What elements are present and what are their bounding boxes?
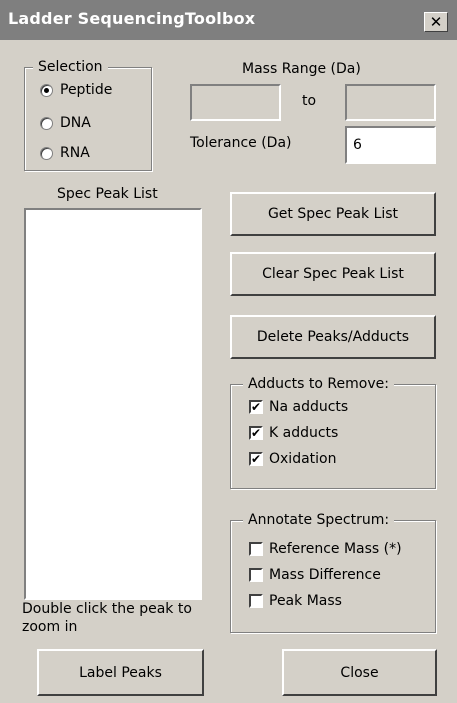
tolerance-input[interactable] bbox=[347, 128, 434, 162]
checkbox-na-adducts[interactable]: ✔ Na adducts bbox=[249, 399, 348, 415]
peak-list-hint: Double click the peak to zoom in bbox=[22, 601, 192, 635]
dialog-window: Ladder SequencingToolbox ✕ Selection Pep… bbox=[0, 0, 457, 703]
checkbox-checked-icon: ✔ bbox=[249, 452, 263, 466]
checkbox-reference-mass[interactable]: Reference Mass (*) bbox=[249, 541, 402, 557]
checkbox-unchecked-icon bbox=[249, 568, 263, 582]
radio-dna[interactable]: DNA bbox=[40, 115, 91, 131]
checkbox-checked-icon: ✔ bbox=[249, 400, 263, 414]
mass-range-from-input[interactable] bbox=[192, 86, 279, 119]
clear-spec-peak-list-button[interactable]: Clear Spec Peak List bbox=[230, 252, 436, 296]
checkbox-label: Peak Mass bbox=[269, 593, 342, 609]
get-spec-peak-list-button[interactable]: Get Spec Peak List bbox=[230, 192, 436, 236]
mass-range-to-field[interactable] bbox=[345, 84, 436, 121]
title-bar[interactable]: Ladder SequencingToolbox ✕ bbox=[0, 0, 457, 40]
delete-peaks-adducts-button[interactable]: Delete Peaks/Adducts bbox=[230, 315, 436, 359]
mass-range-label: Mass Range (Da) bbox=[242, 61, 361, 77]
selection-group: Selection Peptide DNA RNA bbox=[24, 58, 152, 171]
adducts-legend: Adducts to Remove: bbox=[243, 375, 394, 393]
checkbox-label: Na adducts bbox=[269, 399, 349, 415]
radio-selected-dot bbox=[44, 87, 49, 93]
radio-button-icon bbox=[40, 146, 53, 160]
radio-label: Peptide bbox=[60, 82, 113, 98]
checkbox-label: Reference Mass (*) bbox=[269, 541, 402, 557]
checkbox-oxidation[interactable]: ✔ Oxidation bbox=[249, 451, 336, 467]
spec-peak-listbox[interactable] bbox=[24, 208, 202, 600]
checkbox-k-adducts[interactable]: ✔ K adducts bbox=[249, 425, 338, 441]
checkbox-label: Oxidation bbox=[269, 451, 337, 467]
adducts-group: Adducts to Remove: ✔ Na adducts ✔ K addu… bbox=[230, 375, 436, 489]
radio-label: DNA bbox=[60, 115, 91, 131]
close-button[interactable]: Close bbox=[282, 649, 437, 696]
radio-button-icon bbox=[40, 116, 53, 130]
radio-label: RNA bbox=[60, 145, 90, 161]
radio-button-icon bbox=[40, 83, 53, 97]
label-peaks-button[interactable]: Label Peaks bbox=[37, 649, 204, 696]
checkbox-unchecked-icon bbox=[249, 542, 263, 556]
annotate-spectrum-group: Annotate Spectrum: Reference Mass (*) Ma… bbox=[230, 511, 436, 633]
selection-legend: Selection bbox=[33, 58, 108, 76]
mass-range-from-field[interactable] bbox=[190, 84, 281, 121]
checkbox-mass-difference[interactable]: Mass Difference bbox=[249, 567, 381, 583]
checkbox-checked-icon: ✔ bbox=[249, 426, 263, 440]
checkbox-unchecked-icon bbox=[249, 594, 263, 608]
radio-peptide[interactable]: Peptide bbox=[40, 82, 112, 98]
checkbox-peak-mass[interactable]: Peak Mass bbox=[249, 593, 342, 609]
checkbox-label: K adducts bbox=[269, 425, 339, 441]
checkbox-label: Mass Difference bbox=[269, 567, 381, 583]
close-window-button[interactable]: ✕ bbox=[424, 12, 448, 32]
mass-range-to-label: to bbox=[302, 93, 317, 109]
radio-rna[interactable]: RNA bbox=[40, 145, 90, 161]
spec-peak-list-label: Spec Peak List bbox=[57, 186, 158, 202]
tolerance-label: Tolerance (Da) bbox=[190, 135, 292, 151]
annotate-legend: Annotate Spectrum: bbox=[243, 511, 395, 529]
tolerance-field[interactable] bbox=[345, 126, 436, 164]
window-title: Ladder SequencingToolbox bbox=[8, 9, 256, 28]
close-icon: ✕ bbox=[429, 13, 443, 31]
mass-range-to-input[interactable] bbox=[347, 86, 434, 119]
